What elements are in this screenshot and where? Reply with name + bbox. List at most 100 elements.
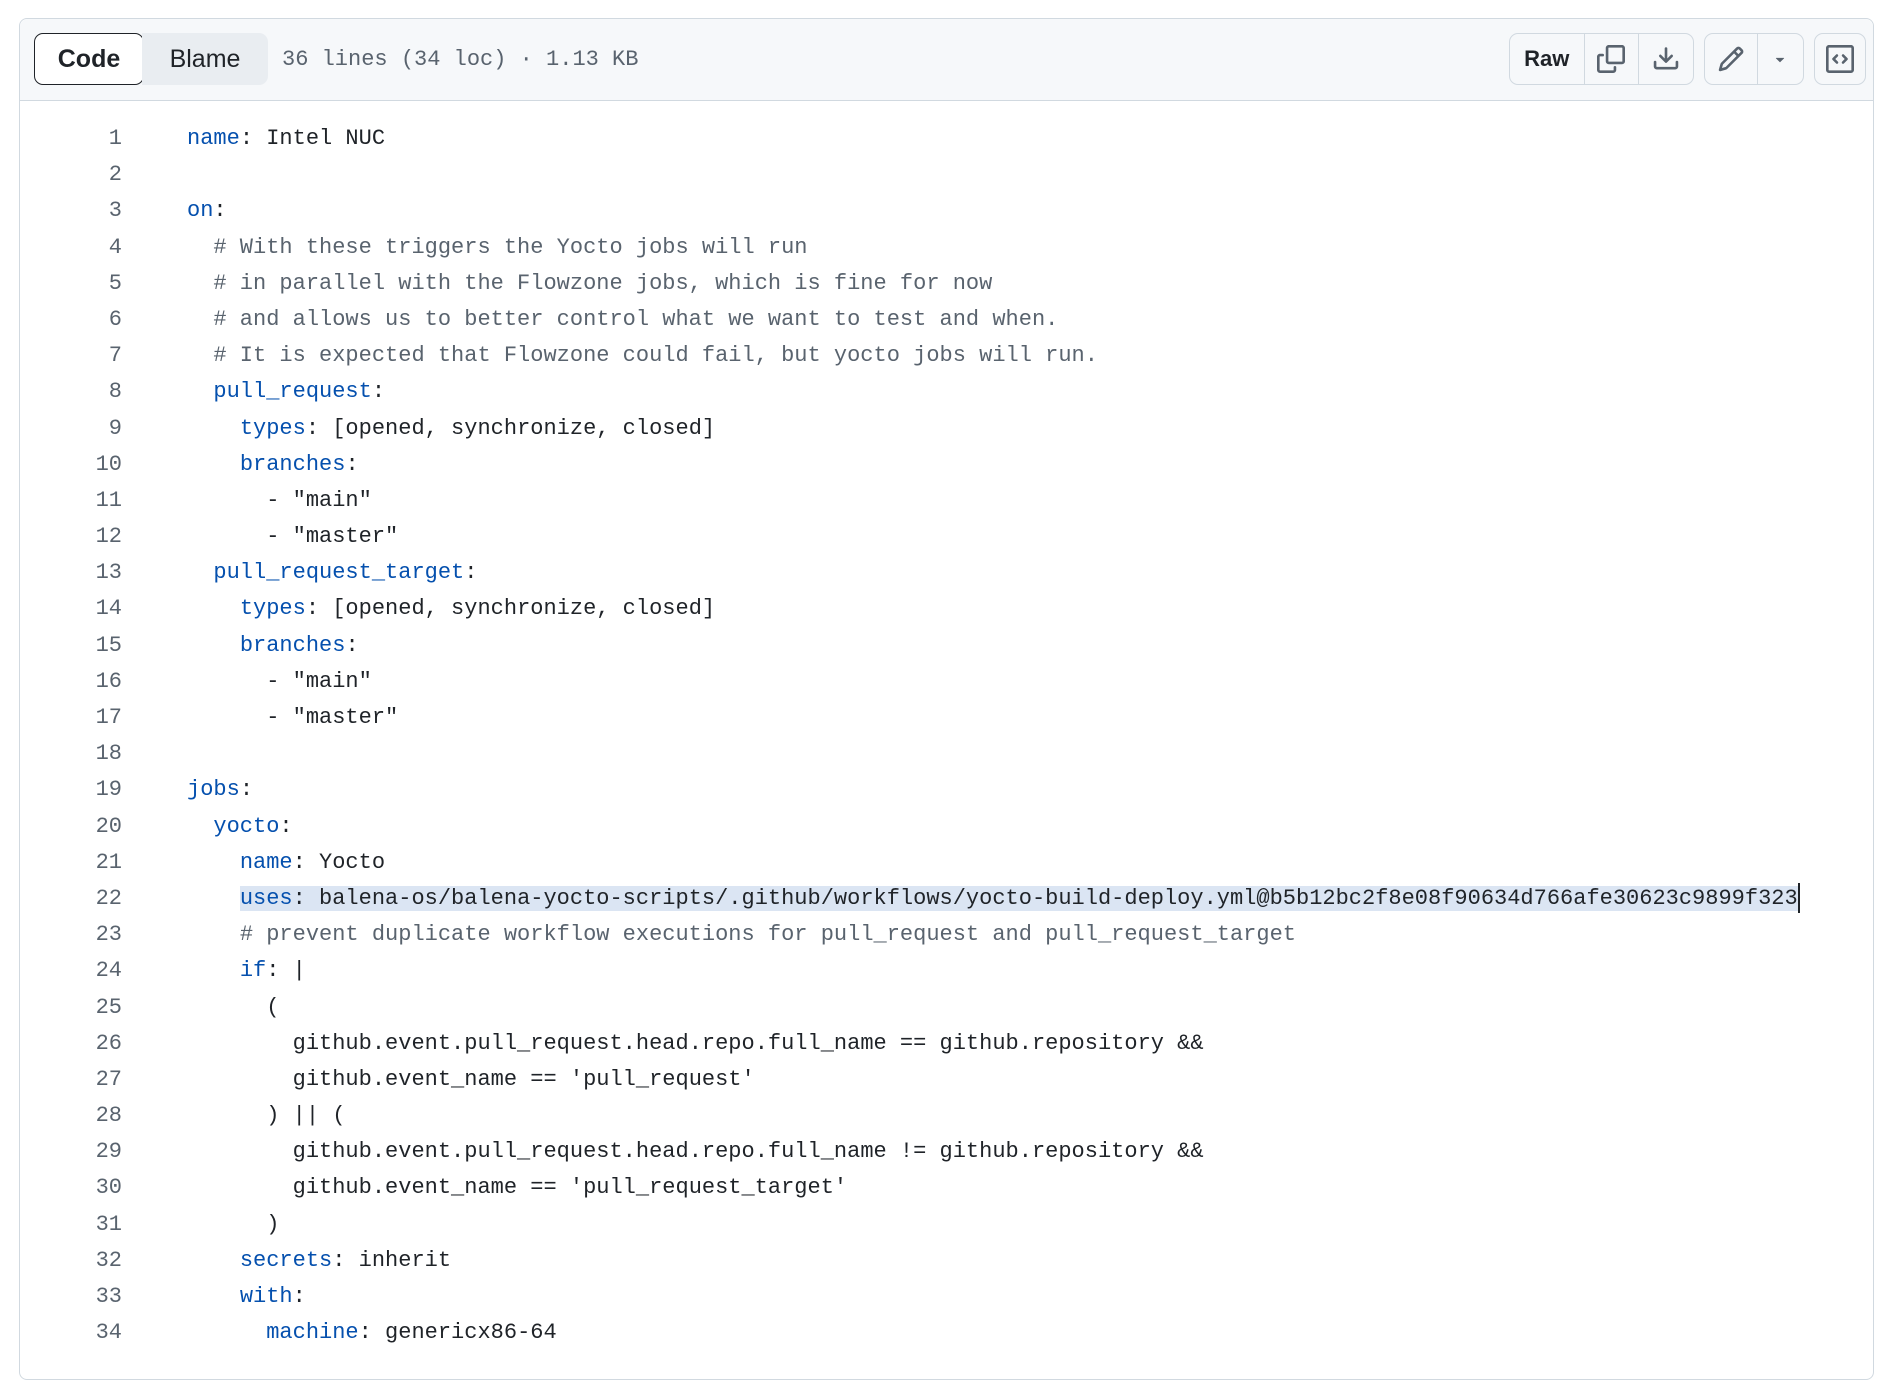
raw-actions-group: Raw <box>1509 33 1694 85</box>
line-number[interactable]: 26 <box>20 1026 122 1062</box>
yaml-key: uses <box>239 885 293 911</box>
line-number[interactable]: 24 <box>20 953 122 989</box>
line-content: github.event.pull_request.head.repo.full… <box>187 1026 1204 1062</box>
line-number[interactable]: 32 <box>20 1243 122 1279</box>
edit-actions-group <box>1704 33 1804 85</box>
code-line: 17 - "master" <box>20 700 1873 736</box>
colon: : <box>266 958 280 984</box>
line-number[interactable]: 10 <box>20 447 122 483</box>
colon: : <box>464 560 478 586</box>
line-number[interactable]: 9 <box>20 411 122 447</box>
line-number[interactable]: 21 <box>20 845 122 881</box>
line-content: name: Yocto <box>187 845 385 881</box>
yaml-value: balena-os/balena-yocto-scripts/.github/w… <box>319 885 1798 911</box>
code-line: 18 <box>20 736 1873 772</box>
code-tab[interactable]: Code <box>34 33 144 85</box>
value-text: github.event.pull_request.head.repo.full… <box>292 1139 1204 1165</box>
download-button[interactable] <box>1639 34 1693 84</box>
code-line: 22 uses: balena-os/balena-yocto-scripts/… <box>20 881 1873 917</box>
value-text: - "main" <box>266 668 372 694</box>
line-number[interactable]: 15 <box>20 628 122 664</box>
copy-icon <box>1597 45 1626 73</box>
code-line: 33 with: <box>20 1279 1873 1315</box>
code-line: 16 - "main" <box>20 664 1873 700</box>
line-number[interactable]: 19 <box>20 772 122 808</box>
pencil-icon <box>1718 46 1744 72</box>
line-number[interactable]: 2 <box>20 157 122 193</box>
code-line: 14 types: [opened, synchronize, closed] <box>20 591 1873 627</box>
colon: : <box>239 126 254 151</box>
blame-tab[interactable]: Blame <box>142 33 268 85</box>
value-text: ( <box>266 994 280 1020</box>
value-text: ) <box>266 1211 280 1237</box>
line-number[interactable]: 22 <box>20 881 122 917</box>
code-line: 10 branches: <box>20 447 1873 483</box>
line-number[interactable]: 4 <box>20 230 122 266</box>
line-number[interactable]: 11 <box>20 483 122 519</box>
yaml-key: jobs <box>187 777 240 803</box>
colon: : <box>292 885 306 911</box>
line-number[interactable]: 17 <box>20 700 122 736</box>
value-text: - "main" <box>266 487 372 513</box>
line-number[interactable]: 8 <box>20 374 122 410</box>
line-content: # prevent duplicate workflow executions … <box>187 917 1296 953</box>
line-number[interactable]: 27 <box>20 1062 122 1098</box>
code-line: 19 jobs: <box>20 772 1873 808</box>
line-number[interactable]: 31 <box>20 1207 122 1243</box>
more-edit-options-button[interactable] <box>1758 34 1803 84</box>
line-number[interactable]: 25 <box>20 990 122 1026</box>
line-content: # With these triggers the Yocto jobs wil… <box>187 230 807 266</box>
code-line: 29 github.event.pull_request.head.repo.f… <box>20 1134 1873 1170</box>
line-number[interactable]: 16 <box>20 664 122 700</box>
code-line: 5 # in parallel with the Flowzone jobs, … <box>20 266 1873 302</box>
value-text: github.event_name == 'pull_request' <box>292 1066 755 1092</box>
symbols-panel-button[interactable] <box>1815 34 1865 84</box>
line-number[interactable]: 23 <box>20 917 122 953</box>
text-selection: uses: balena-os/balena-yocto-scripts/.gi… <box>239 885 1798 911</box>
line-number[interactable]: 6 <box>20 302 122 338</box>
line-number[interactable]: 18 <box>20 736 122 772</box>
comment: # It is expected that Flowzone could fai… <box>213 343 1098 369</box>
line-number[interactable]: 20 <box>20 809 122 845</box>
edit-button[interactable] <box>1705 34 1758 84</box>
colon: : <box>358 1320 372 1346</box>
code-view[interactable]: 1 name: Intel NUC 2 3 on: 4 # With these trig… <box>20 121 1873 1351</box>
line-content: # It is expected that Flowzone could fai… <box>187 338 1098 374</box>
line-number[interactable]: 33 <box>20 1279 122 1315</box>
line-content: types: [opened, synchronize, closed] <box>187 411 715 447</box>
line-content: - "master" <box>187 700 398 736</box>
file-info: 36 lines (34 loc) · 1.13 KB <box>282 47 639 72</box>
colon: : <box>332 1247 346 1273</box>
line-number[interactable]: 34 <box>20 1315 122 1351</box>
line-number[interactable]: 13 <box>20 555 122 591</box>
raw-button[interactable]: Raw <box>1510 34 1585 84</box>
line-number[interactable]: 7 <box>20 338 122 374</box>
line-number[interactable]: 5 <box>20 266 122 302</box>
download-icon <box>1653 47 1679 70</box>
comment: # and allows us to better control what w… <box>213 306 1059 332</box>
yaml-key: name <box>239 849 293 875</box>
line-content: github.event_name == 'pull_request' <box>187 1062 755 1098</box>
code-line: 30 github.event_name == 'pull_request_ta… <box>20 1170 1873 1206</box>
line-number[interactable]: 29 <box>20 1134 122 1170</box>
code-square-icon <box>1826 45 1854 73</box>
line-number[interactable]: 30 <box>20 1170 122 1206</box>
line-content: - "main" <box>187 664 372 700</box>
value-text: github.event.pull_request.head.repo.full… <box>292 1030 1204 1056</box>
yaml-key: types <box>239 415 306 441</box>
line-number[interactable]: 12 <box>20 519 122 555</box>
yaml-key: pull_request_target <box>213 560 465 586</box>
code-line: 24 if: | <box>20 953 1873 989</box>
line-content: with: <box>187 1279 306 1315</box>
line-number[interactable]: 14 <box>20 591 122 627</box>
copy-button[interactable] <box>1585 34 1640 84</box>
line-content: - "main" <box>187 483 372 519</box>
code-line: 31 ) <box>20 1207 1873 1243</box>
line-number[interactable]: 28 <box>20 1098 122 1134</box>
line-number[interactable]: 3 <box>20 193 122 229</box>
yaml-key: secrets <box>239 1247 333 1273</box>
colon: : <box>213 198 227 224</box>
yaml-key: yocto <box>213 813 280 839</box>
line-number[interactable]: 1 <box>20 121 122 157</box>
yaml-key: pull_request <box>213 379 372 405</box>
